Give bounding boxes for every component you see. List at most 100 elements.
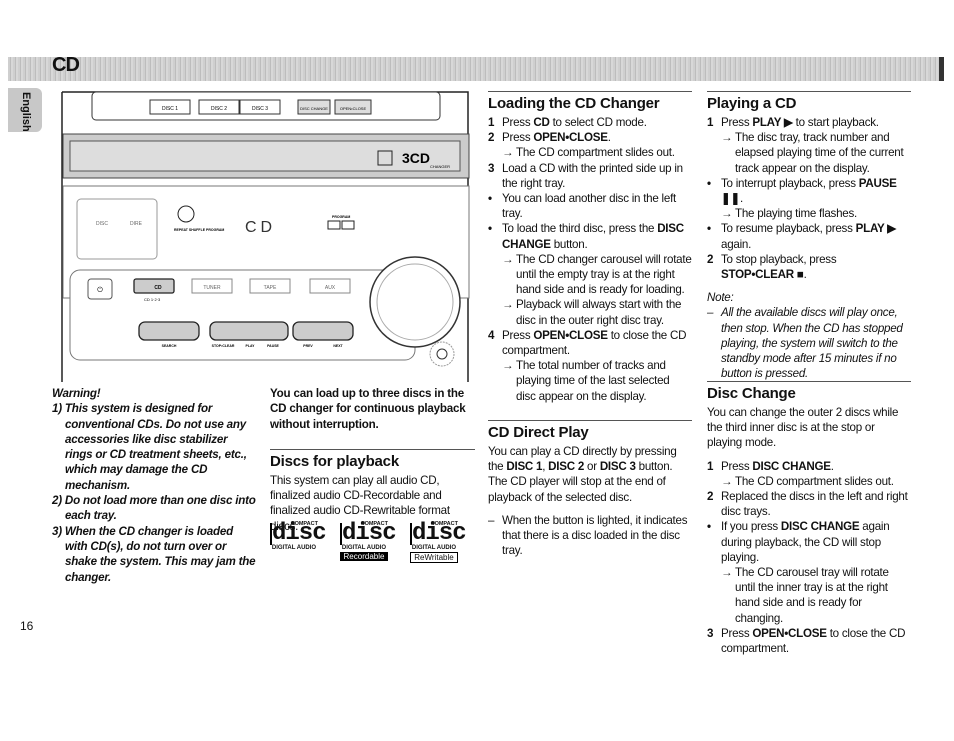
section-heading: CD Direct Play bbox=[488, 424, 589, 441]
warning-block: Warning! 1) This system is designed for … bbox=[52, 386, 257, 585]
list-marker: 2 bbox=[707, 490, 714, 504]
result-item: → The CD changer carousel will rotate unt… bbox=[488, 252, 692, 298]
text-run: Playback will always start with the disc… bbox=[516, 298, 682, 327]
text-run: To load the third disc, press the bbox=[502, 222, 658, 236]
svg-text:DISC: DISC bbox=[96, 221, 108, 227]
text-run: The total number of tracks and playing t… bbox=[516, 359, 670, 403]
logo-format-tag: Recordable bbox=[340, 552, 388, 561]
list-marker: 1 bbox=[707, 116, 714, 129]
section-heading: Loading the CD Changer bbox=[488, 95, 660, 112]
bold-term: OPEN•CLOSE bbox=[533, 131, 608, 145]
bold-term: STOP•CLEAR ■ bbox=[721, 268, 804, 282]
list-marker: → bbox=[721, 474, 733, 488]
svg-text:PLAY: PLAY bbox=[245, 344, 255, 348]
svg-text:SEARCH: SEARCH bbox=[162, 344, 177, 348]
list-marker: • bbox=[488, 192, 492, 206]
list-marker: → bbox=[721, 207, 733, 221]
list-marker: • bbox=[488, 222, 492, 236]
result-item: → Playback will always start with the dis… bbox=[488, 297, 692, 327]
text-run: button. bbox=[550, 237, 588, 251]
list-marker: → bbox=[721, 131, 733, 145]
numbered-step: 3 Load a CD with the printed side up in t… bbox=[488, 161, 692, 191]
loading-section: Loading the CD Changer 1 Press CD to selec… bbox=[488, 91, 692, 404]
bold-term: OPEN•CLOSE bbox=[752, 626, 827, 640]
result-item: → The playing time flashes. bbox=[707, 206, 911, 221]
bold-term: CD bbox=[533, 116, 550, 129]
paragraph: You can change the outer 2 discs while t… bbox=[707, 405, 911, 451]
logo-digital-audio: DIGITAL AUDIO bbox=[271, 545, 317, 551]
text-run: You can change the outer 2 discs while t… bbox=[707, 406, 899, 450]
text-run: . bbox=[803, 268, 807, 282]
bold-term: DISC 1 bbox=[506, 460, 543, 474]
text-run: The playing time flashes. bbox=[735, 207, 857, 221]
text-run: to start playback. bbox=[792, 116, 879, 129]
numbered-step: 3 Press OPEN•CLOSE to close the CD compar… bbox=[707, 626, 911, 656]
bold-term: DISC 2 bbox=[548, 460, 585, 474]
disc2-button: DISC 2 bbox=[211, 106, 227, 112]
bold-term: PLAY ▶ bbox=[855, 222, 897, 236]
bullet-item: • If you press DISC CHANGE again during p… bbox=[707, 519, 911, 565]
list-marker: → bbox=[502, 359, 514, 373]
text-run: or bbox=[584, 460, 600, 474]
text-run: All the available discs will play once, … bbox=[721, 306, 903, 381]
page-number: 16 bbox=[20, 619, 34, 633]
list-marker: • bbox=[707, 520, 711, 534]
numbered-step: 2 Replaced the discs in the left and righ… bbox=[707, 489, 911, 519]
text-run: again. bbox=[721, 237, 752, 251]
list-marker: 3 bbox=[488, 161, 495, 175]
logo-compact-text: COMPACT bbox=[430, 521, 458, 527]
numbered-step: 1 Press DISC CHANGE. bbox=[707, 459, 911, 474]
text-run: Press bbox=[721, 116, 753, 129]
logo-digital-audio: DIGITAL AUDIO bbox=[411, 545, 457, 551]
text-run: The disc tray, track number and elapsed … bbox=[735, 131, 904, 175]
svg-text:CD 1·2·3: CD 1·2·3 bbox=[144, 297, 161, 302]
compact-disc-logo: COMPACT disc DIGITAL AUDIO bbox=[270, 521, 327, 552]
list-marker: • bbox=[707, 176, 711, 190]
svg-text:STOP•CLEAR: STOP•CLEAR bbox=[212, 344, 235, 348]
disc-change-section: Disc Change You can change the outer 2 di… bbox=[707, 381, 911, 656]
bold-term: OPEN•CLOSE bbox=[533, 328, 608, 342]
list-marker: 1 bbox=[488, 116, 495, 129]
warning-title: Warning! bbox=[52, 387, 101, 400]
svg-text:DIRE: DIRE bbox=[130, 221, 143, 227]
text-run: . bbox=[830, 459, 834, 473]
text-run: The CD compartment slides out. bbox=[516, 146, 675, 160]
text-run: Load a CD with the printed side up in th… bbox=[502, 161, 683, 190]
display-cd: CD bbox=[245, 219, 276, 236]
list-marker: → bbox=[721, 566, 733, 580]
list-marker: • bbox=[707, 222, 711, 236]
section-title: CD bbox=[52, 54, 80, 76]
warning-item: 2) Do not load more than one disc into e… bbox=[52, 494, 256, 523]
dash-item: – When the button is lighted, it indicate… bbox=[488, 513, 692, 559]
result-item: → The CD compartment slides out. bbox=[488, 145, 692, 160]
numbered-step: 2 To stop playback, press STOP•CLEAR ■. bbox=[707, 252, 911, 282]
text-run: to select CD mode. bbox=[549, 116, 647, 129]
disc3-button: DISC 3 bbox=[252, 106, 268, 112]
power-icon: ⏻ bbox=[97, 286, 103, 294]
dash-item: – All the available discs will play once,… bbox=[707, 305, 911, 381]
disc1-button: DISC 1 bbox=[162, 106, 178, 112]
text-run: When the button is lighted, it indicates… bbox=[502, 513, 688, 558]
text-run: The CD carousel tray will rotate until t… bbox=[735, 566, 889, 625]
text-run: Press bbox=[721, 459, 753, 473]
paragraph: Note: bbox=[707, 290, 911, 305]
result-item: → The CD carousel tray will rotate until … bbox=[707, 565, 911, 626]
text-run: Press bbox=[502, 116, 534, 129]
bold-term: DISC CHANGE bbox=[780, 520, 860, 534]
warning-item: 1) This system is designed for conventio… bbox=[52, 402, 247, 492]
section-heading: Playing a CD bbox=[707, 95, 797, 112]
text-run: You can load another disc in the left tr… bbox=[502, 192, 677, 221]
list-marker: → bbox=[502, 252, 514, 266]
cd-source-button: CD bbox=[154, 285, 162, 291]
result-item: → The disc tray, track number and elapsed… bbox=[707, 130, 911, 176]
logo-format-tag: ReWritable bbox=[410, 552, 458, 563]
text-run: . bbox=[739, 192, 743, 206]
text-run: Replaced the discs in the left and right… bbox=[721, 490, 908, 519]
svg-text:PREV: PREV bbox=[303, 344, 313, 348]
svg-text:TAPE: TAPE bbox=[264, 285, 277, 291]
text-run: Press bbox=[502, 131, 534, 145]
compact-disc-logo: COMPACT disc DIGITAL AUDIO Recordable bbox=[340, 521, 397, 561]
